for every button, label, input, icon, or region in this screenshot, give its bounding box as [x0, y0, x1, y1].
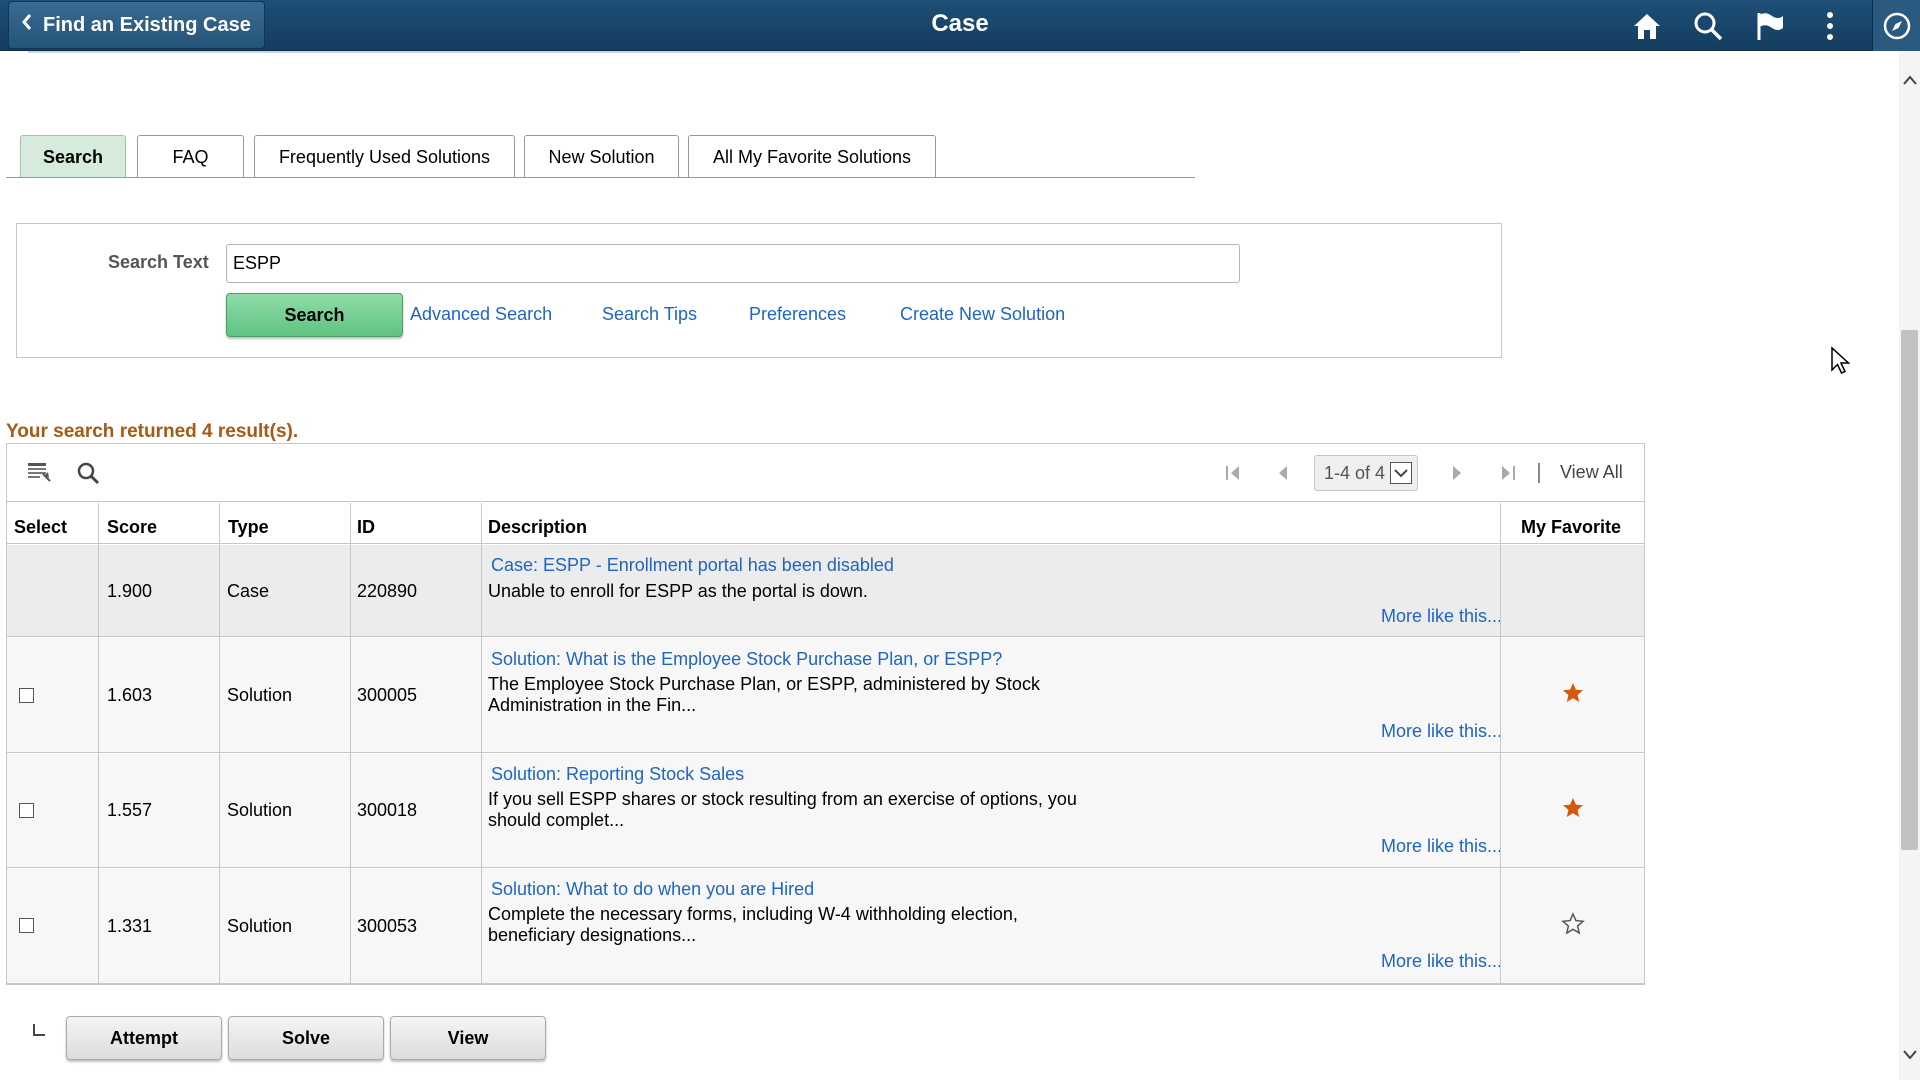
pager-divider	[1538, 463, 1540, 483]
favorite-star-filled-icon[interactable]	[1561, 796, 1585, 820]
type-cell: Case	[227, 581, 270, 601]
search-button[interactable]: Search	[226, 293, 403, 337]
tab-search[interactable]: Search	[20, 135, 126, 178]
top-divider	[28, 51, 1520, 53]
scroll-down-icon[interactable]	[1902, 1045, 1918, 1066]
description-link[interactable]: Solution: What to do when you are Hired	[491, 879, 814, 900]
column-divider	[350, 503, 351, 984]
type-cell: Solution	[227, 800, 293, 820]
back-button-label: Find an Existing Case	[43, 13, 251, 36]
column-divider	[481, 503, 482, 984]
description-link[interactable]: Solution: What is the Employee Stock Pur…	[491, 649, 1002, 670]
back-button[interactable]: Find an Existing Case	[8, 1, 265, 49]
description-text: If you sell ESPP shares or stock resulti…	[488, 789, 1077, 830]
chevron-down-icon	[1390, 462, 1412, 484]
flag-icon[interactable]	[1752, 8, 1788, 44]
table-row: 1.331 Solution 300053 Solution: What to …	[7, 869, 1644, 984]
tab-underline	[6, 177, 1195, 178]
favorite-star-filled-icon[interactable]	[1561, 681, 1585, 705]
column-divider	[1500, 503, 1501, 984]
column-header-type[interactable]: Type	[228, 517, 269, 538]
advanced-search-link[interactable]: Advanced Search	[410, 304, 552, 325]
scrollbar-thumb[interactable]	[1901, 330, 1918, 850]
column-header-description[interactable]: Description	[488, 517, 587, 538]
column-header-id[interactable]: ID	[357, 517, 375, 538]
column-header-select: Select	[14, 517, 68, 537]
search-tips-link[interactable]: Search Tips	[602, 304, 697, 325]
tab-faq[interactable]: FAQ	[137, 135, 244, 178]
tab-new-solution[interactable]: New Solution	[524, 135, 679, 178]
select-checkbox[interactable]	[19, 688, 34, 703]
description-link[interactable]: Case: ESPP - Enrollment portal has been …	[491, 555, 894, 576]
home-icon[interactable]	[1629, 8, 1665, 44]
more-like-this-link[interactable]: More like this...	[1381, 606, 1502, 627]
attempt-button[interactable]: Attempt	[66, 1016, 222, 1060]
column-divider	[219, 503, 220, 984]
pager-select[interactable]: 1-4 of 4	[1314, 455, 1418, 491]
score-cell: 1.557	[107, 800, 153, 820]
description-text: The Employee Stock Purchase Plan, or ESP…	[488, 674, 1040, 715]
description-text: Complete the necessary forms, including …	[488, 904, 1018, 945]
id-cell: 300018	[357, 800, 418, 820]
favorite-star-empty-icon[interactable]	[1561, 912, 1585, 936]
pager-label: 1-4 of 4	[1324, 462, 1386, 483]
more-options-icon[interactable]	[1812, 8, 1848, 44]
more-like-this-link[interactable]: More like this...	[1381, 951, 1502, 972]
description-link[interactable]: Solution: Reporting Stock Sales	[491, 764, 744, 785]
score-cell: 1.900	[107, 581, 153, 601]
previous-page-icon[interactable]	[1277, 464, 1289, 487]
score-cell: 1.331	[107, 916, 153, 936]
view-all-link[interactable]: View All	[1560, 462, 1623, 483]
id-cell: 300053	[357, 916, 418, 936]
select-checkbox[interactable]	[19, 918, 34, 933]
personalize-grid-icon[interactable]	[27, 461, 51, 488]
preferences-link[interactable]: Preferences	[749, 304, 846, 325]
solve-button[interactable]: Solve	[228, 1016, 384, 1060]
next-page-icon[interactable]	[1451, 464, 1463, 487]
scroll-up-icon[interactable]	[1902, 70, 1918, 91]
more-like-this-link[interactable]: More like this...	[1381, 721, 1502, 742]
tab-all-my-favorite-solutions[interactable]: All My Favorite Solutions	[688, 135, 936, 178]
more-like-this-link[interactable]: More like this...	[1381, 836, 1502, 857]
grid-header-row: Select Score Type ID Description My Favo…	[7, 503, 1644, 544]
id-cell: 300005	[357, 685, 418, 705]
column-header-score[interactable]: Score	[107, 517, 157, 538]
tab-frequently-used-solutions[interactable]: Frequently Used Solutions	[254, 135, 515, 178]
create-new-solution-link[interactable]: Create New Solution	[900, 304, 1065, 325]
score-cell: 1.603	[107, 685, 153, 705]
search-icon[interactable]	[1690, 8, 1726, 44]
table-row: 1.557 Solution 300018 Solution: Reportin…	[7, 754, 1644, 868]
results-message: Your search returned 4 result(s).	[6, 421, 299, 442]
column-header-my-favorite[interactable]: My Favorite	[1521, 517, 1621, 538]
description-text: Unable to enroll for ESPP as the portal …	[488, 581, 868, 601]
mouse-cursor-icon	[1830, 346, 1852, 381]
navigator-icon[interactable]	[1872, 0, 1920, 51]
select-checkbox[interactable]	[19, 803, 34, 818]
column-divider	[98, 503, 99, 984]
type-cell: Solution	[227, 916, 293, 936]
view-button[interactable]: View	[390, 1016, 546, 1060]
type-cell: Solution	[227, 685, 293, 705]
search-text-input[interactable]	[226, 244, 1240, 283]
first-page-icon[interactable]	[1225, 464, 1241, 487]
id-cell: 220890	[357, 581, 418, 601]
last-page-icon[interactable]	[1500, 464, 1516, 487]
search-text-label: Search Text	[108, 252, 209, 272]
table-row: 1.603 Solution 300005 Solution: What is …	[7, 638, 1644, 753]
corner-arrow-icon	[33, 1024, 45, 1036]
table-row: 1.900 Case 220890 Case: ESPP - Enrollmen…	[7, 545, 1644, 637]
grid-find-icon[interactable]	[76, 461, 100, 490]
chevron-left-icon	[21, 13, 33, 37]
